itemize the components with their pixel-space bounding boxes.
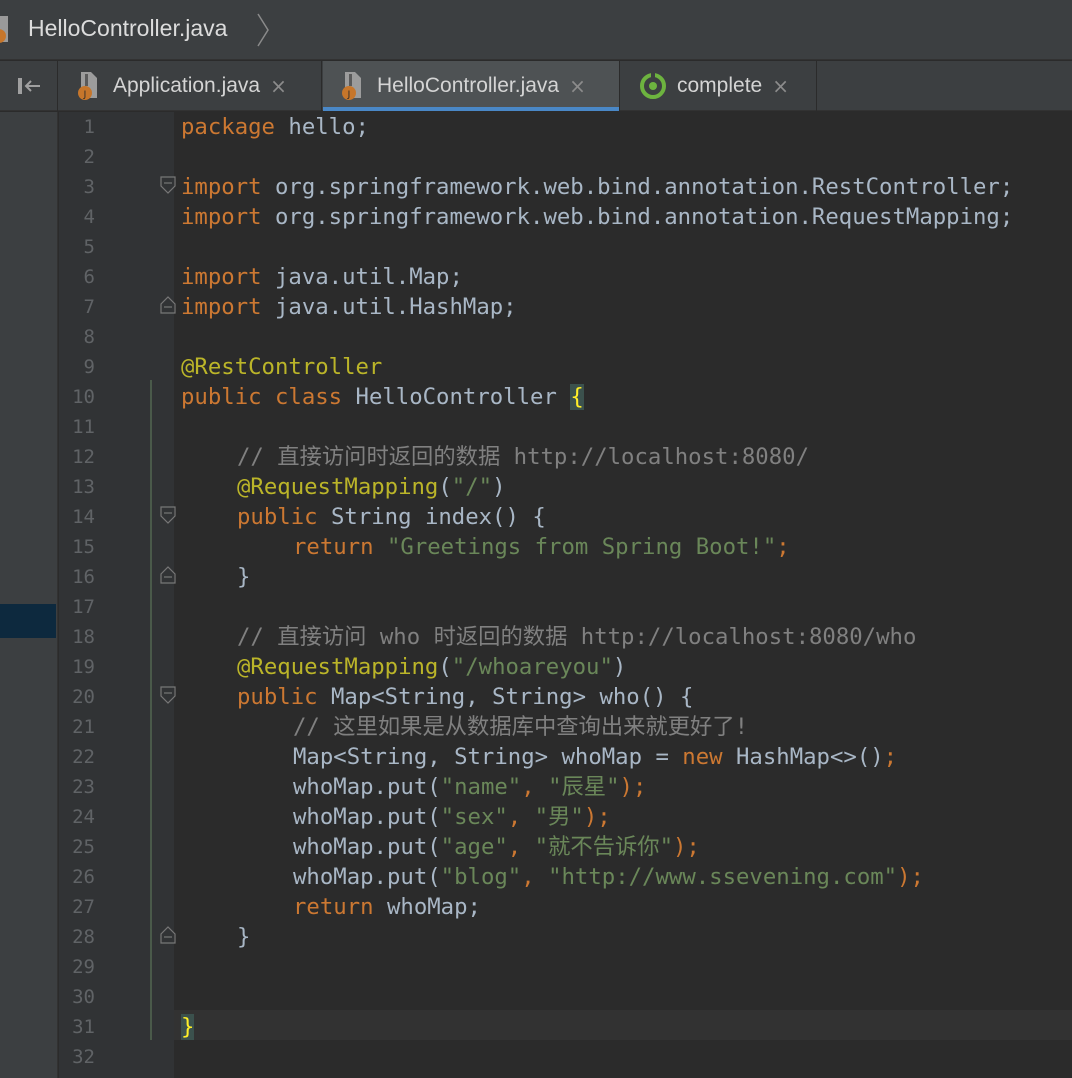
code-line[interactable]: // 直接访问时返回的数据 http://localhost:8080/ <box>237 442 809 472</box>
code-line[interactable]: @RequestMapping("/whoareyou") <box>237 652 626 682</box>
tool-window-strip <box>0 112 58 1078</box>
breadcrumb: HelloController.java <box>0 0 1072 60</box>
code-line[interactable]: import java.util.HashMap; <box>181 292 517 322</box>
tab-complete[interactable]: complete × <box>621 61 817 111</box>
tab-label: HelloController.java <box>377 74 560 97</box>
line-number: 4 <box>83 206 95 228</box>
line-number: 16 <box>72 566 95 588</box>
collapse-panel-button[interactable] <box>0 61 58 111</box>
java-file-icon: J <box>342 72 361 100</box>
fold-end-icon[interactable] <box>160 566 176 584</box>
code-line[interactable]: whoMap.put("blog", "http://www.ssevening… <box>293 862 924 892</box>
line-number: 22 <box>72 746 95 768</box>
line-number: 13 <box>72 476 95 498</box>
code-line[interactable]: import org.springframework.web.bind.anno… <box>181 202 1013 232</box>
line-number: 2 <box>83 146 95 168</box>
line-number: 29 <box>72 956 95 978</box>
code-line[interactable]: } <box>181 1012 195 1042</box>
code-line[interactable]: return "Greetings from Spring Boot!"; <box>293 532 790 562</box>
breadcrumb-file[interactable]: HelloController.java <box>28 15 227 42</box>
line-number: 21 <box>72 716 95 738</box>
line-number: 9 <box>83 356 95 378</box>
code-line[interactable]: return whoMap; <box>293 892 481 922</box>
close-icon[interactable]: × <box>569 74 586 98</box>
editor-tab-bar: J Application.java × J HelloController.j… <box>0 61 1072 111</box>
line-number: 27 <box>72 896 95 918</box>
line-number: 24 <box>72 806 95 828</box>
fold-collapse-icon[interactable] <box>160 686 176 704</box>
line-number: 15 <box>72 536 95 558</box>
fold-end-icon[interactable] <box>160 926 176 944</box>
code-line[interactable]: import org.springframework.web.bind.anno… <box>181 172 1013 202</box>
line-number: 14 <box>72 506 95 528</box>
fold-end-icon[interactable] <box>160 296 176 314</box>
code-line[interactable]: import java.util.Map; <box>181 262 463 292</box>
line-number: 5 <box>83 236 95 258</box>
line-number: 23 <box>72 776 95 798</box>
svg-text:J: J <box>347 90 351 100</box>
caret-line-highlight <box>174 1010 1072 1040</box>
line-number: 12 <box>72 446 95 468</box>
code-line[interactable]: @RequestMapping("/") <box>237 472 506 502</box>
line-number: 19 <box>72 656 95 678</box>
tab-application-java[interactable]: J Application.java × <box>59 61 322 111</box>
line-number: 28 <box>72 926 95 948</box>
chevron-right-icon <box>257 13 269 47</box>
code-line[interactable]: whoMap.put("name", "辰星"); <box>293 772 646 802</box>
java-file-icon: J <box>78 72 97 100</box>
line-number: 30 <box>72 986 95 1008</box>
code-line[interactable]: package hello; <box>181 112 369 142</box>
tab-hellocontroller-java[interactable]: J HelloController.java × <box>323 61 620 111</box>
line-number: 7 <box>83 296 95 318</box>
line-number: 25 <box>72 836 95 858</box>
tab-label: complete <box>677 74 763 97</box>
code-line[interactable]: whoMap.put("sex", "男"); <box>293 802 611 832</box>
line-number: 10 <box>72 386 95 408</box>
code-line[interactable]: } <box>237 922 250 952</box>
line-number: 6 <box>83 266 95 288</box>
tab-label: Application.java <box>113 74 261 97</box>
selected-tool-item[interactable] <box>0 604 56 638</box>
code-line[interactable]: public String index() { <box>237 502 546 532</box>
code-line[interactable]: Map<String, String> whoMap = new HashMap… <box>293 742 897 772</box>
code-line[interactable]: @RestController <box>181 352 382 382</box>
code-line[interactable]: whoMap.put("age", "就不告诉你"); <box>293 832 700 862</box>
line-number: 11 <box>72 416 95 438</box>
code-line[interactable]: // 这里如果是从数据库中查询出来就更好了! <box>293 712 748 742</box>
svg-text:J: J <box>83 90 87 100</box>
line-number: 26 <box>72 866 95 888</box>
change-marker <box>150 380 152 1040</box>
spring-boot-icon <box>640 73 666 99</box>
line-number: 17 <box>72 596 95 618</box>
line-number: 8 <box>83 326 95 348</box>
fold-collapse-icon[interactable] <box>160 176 176 194</box>
code-line[interactable]: public class HelloController { <box>181 382 584 412</box>
java-file-icon <box>0 16 8 43</box>
close-icon[interactable]: × <box>772 74 789 98</box>
code-line[interactable]: } <box>237 562 250 592</box>
line-number: 31 <box>72 1016 95 1038</box>
code-line[interactable]: public Map<String, String> who() { <box>237 682 693 712</box>
line-number-gutter: 1 2 3 4 5 6 7 8 9 10 11 12 13 14 15 16 1… <box>59 112 174 1078</box>
line-number: 20 <box>72 686 95 708</box>
collapse-left-icon <box>17 78 40 94</box>
code-editor[interactable] <box>174 112 1072 1078</box>
line-number: 32 <box>72 1046 95 1068</box>
line-number: 1 <box>83 116 95 138</box>
fold-collapse-icon[interactable] <box>160 506 176 524</box>
code-line[interactable]: // 直接访问 who 时返回的数据 http://localhost:8080… <box>237 622 916 652</box>
close-icon[interactable]: × <box>270 74 287 98</box>
line-number: 3 <box>83 176 95 198</box>
line-number: 18 <box>72 626 95 648</box>
